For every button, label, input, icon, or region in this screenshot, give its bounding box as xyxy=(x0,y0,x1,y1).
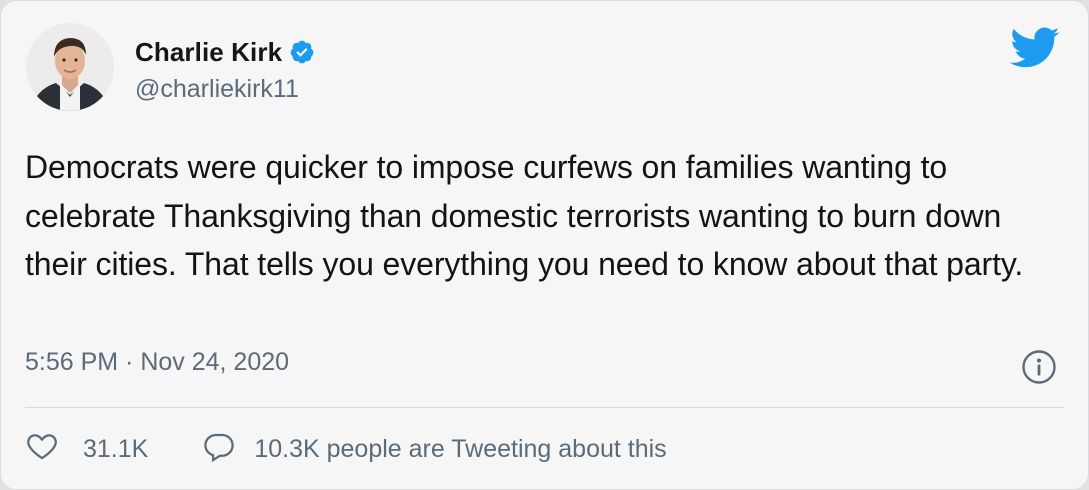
tweet-card: Charlie Kirk @charliekirk11 Democrats we… xyxy=(0,0,1089,490)
author-handle[interactable]: @charliekirk11 xyxy=(135,75,299,104)
speech-bubble-icon xyxy=(202,429,236,470)
tweet-actions: 31.1K 10.3K people are Tweeting about th… xyxy=(25,429,667,469)
avatar[interactable] xyxy=(26,23,114,111)
heart-icon xyxy=(25,429,59,470)
verified-badge-icon xyxy=(289,39,315,65)
reply-button[interactable]: 10.3K people are Tweeting about this xyxy=(202,429,667,470)
like-count: 31.1K xyxy=(83,434,149,463)
tweet-text: Democrats were quicker to impose curfews… xyxy=(25,149,1024,282)
divider xyxy=(25,407,1064,408)
tweet-timestamp[interactable]: 5:56 PM · Nov 24, 2020 xyxy=(25,348,289,377)
like-button[interactable]: 31.1K xyxy=(25,429,148,470)
twitter-bird-icon[interactable] xyxy=(1009,27,1061,69)
tweeting-about-text: 10.3K people are Tweeting about this xyxy=(254,434,667,463)
info-icon[interactable] xyxy=(1021,349,1057,385)
author-name[interactable]: Charlie Kirk xyxy=(135,37,282,68)
author-row: Charlie Kirk xyxy=(135,35,315,69)
